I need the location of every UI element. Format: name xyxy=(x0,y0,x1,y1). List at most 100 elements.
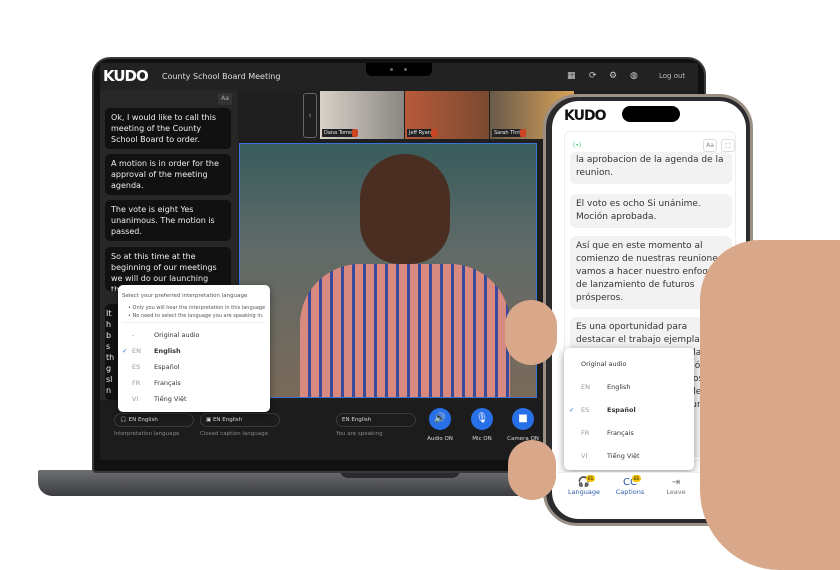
caption-item: la aprobacion de la agenda de la reunion… xyxy=(570,152,732,184)
meeting-title: County School Board Meeting xyxy=(162,72,281,81)
phone-language-dropdown: Original audio EN English ✓ ES Español F… xyxy=(564,348,694,470)
select-value: EN English xyxy=(342,417,372,423)
language-code: VI xyxy=(132,395,139,403)
language-option[interactable]: Original audio xyxy=(564,360,694,376)
nav-label: Captions xyxy=(615,488,645,496)
leave-icon: ⇥ xyxy=(671,477,681,488)
language-label: Tiếng Việt xyxy=(154,395,187,403)
nav-label: Language xyxy=(567,488,601,496)
language-label: English xyxy=(154,347,181,355)
nav-label: Leave xyxy=(666,488,686,496)
kudo-logo: KUDO xyxy=(103,67,149,85)
language-code: FR xyxy=(581,429,590,437)
mic-icon xyxy=(431,129,437,137)
caption-item: A motion is in order for the approval of… xyxy=(105,154,231,195)
language-option[interactable]: ✓ EN English xyxy=(118,347,270,361)
language-code: ES xyxy=(581,406,590,414)
speaker-icon: 🔊 xyxy=(433,413,447,424)
mic-icon xyxy=(520,129,526,137)
select-label: You are speaking xyxy=(336,431,383,437)
participant-tile[interactable]: Jeff Ryan xyxy=(405,91,489,139)
logout-link[interactable]: Log out xyxy=(659,72,685,80)
language-label: English xyxy=(607,383,631,391)
check-icon: ✓ xyxy=(122,347,128,355)
language-label: Español xyxy=(607,406,636,414)
camera-button[interactable]: ■ xyxy=(512,408,534,430)
nav-headphones[interactable]: 🎧 ES Language xyxy=(564,475,604,496)
captions-icon: CC ES xyxy=(623,475,641,488)
camera-notch xyxy=(366,63,432,76)
language-code: ES xyxy=(132,363,141,371)
mic-label: Mic ON xyxy=(472,436,492,442)
language-label: Français xyxy=(154,379,181,387)
laptop-base xyxy=(38,470,558,496)
fullscreen-icon[interactable]: ⛶ xyxy=(721,139,735,152)
language-option[interactable]: ✓ ES Español xyxy=(564,406,694,422)
top-bar: KUDO County School Board Meeting ▦ ⟳ ⚙ ◍… xyxy=(100,63,698,90)
mic-icon xyxy=(352,129,358,137)
layout-icon[interactable]: ▦ xyxy=(567,71,576,81)
thumb xyxy=(505,300,557,365)
nav-leave[interactable]: ⇥ Leave xyxy=(656,477,696,496)
camera-icon: ■ xyxy=(518,413,528,424)
interpretation-language-select[interactable]: 🎧 EN English xyxy=(114,413,194,427)
participant-name: Dana Torres xyxy=(322,129,356,137)
select-value: EN English xyxy=(128,417,158,423)
select-label: Closed caption language xyxy=(200,431,268,437)
select-label: Interpretation language xyxy=(114,431,180,437)
language-label: Français xyxy=(607,429,634,437)
language-option[interactable]: - Original audio xyxy=(118,331,270,345)
dynamic-island xyxy=(622,106,680,122)
nav-captions[interactable]: CC ES Captions xyxy=(610,475,650,496)
speaker-figure xyxy=(360,154,450,264)
caption-item: The vote is eight Yes unanimous. The mot… xyxy=(105,200,231,241)
language-code: VI xyxy=(581,452,588,460)
refresh-icon[interactable]: ⟳ xyxy=(589,71,597,81)
interpretation-language-dropdown: Select your preferred interpretation lan… xyxy=(118,285,270,412)
language-code: FR xyxy=(132,379,141,387)
dropdown-note: • No need to select the language you are… xyxy=(128,313,264,319)
language-option[interactable]: VI Tiếng Việt xyxy=(118,395,270,409)
active-speaker-video xyxy=(239,143,537,398)
language-label: Tiếng Việt xyxy=(607,452,640,460)
dropdown-note: • Only you will hear the interpretation … xyxy=(128,305,266,311)
caption-item: El voto es ocho Si unánime. Moción aprob… xyxy=(570,194,732,228)
speaking-language-select[interactable]: EN English xyxy=(336,413,416,427)
dropdown-heading: Select your preferred interpretation lan… xyxy=(122,293,248,299)
language-code: - xyxy=(132,331,135,339)
font-size-button[interactable]: Aa xyxy=(218,93,232,105)
font-size-button[interactable]: Aa xyxy=(703,139,717,152)
language-option[interactable]: EN English xyxy=(564,383,694,399)
mic-icon: 🎙 xyxy=(475,413,489,424)
live-icon: (•) xyxy=(573,142,582,149)
closed-caption-language-select[interactable]: ▣ EN English xyxy=(200,413,280,427)
mic-button[interactable]: 🎙 xyxy=(471,408,493,430)
prev-participants-button[interactable]: ‹ xyxy=(303,93,317,138)
speaker-shirt xyxy=(300,264,510,397)
check-icon: ✓ xyxy=(569,406,575,414)
globe-icon[interactable]: ◍ xyxy=(630,71,638,81)
language-badge: ES xyxy=(586,475,595,482)
caption-item: It h b s th g sl n xyxy=(106,309,115,395)
audio-button[interactable]: 🔊 xyxy=(429,408,451,430)
language-option[interactable]: FR Français xyxy=(564,429,694,445)
language-code: EN xyxy=(132,347,141,355)
headphones-icon: 🎧 ES xyxy=(577,475,595,488)
finger xyxy=(508,440,556,500)
language-label: Español xyxy=(154,363,180,371)
gear-icon[interactable]: ⚙ xyxy=(609,71,617,81)
kudo-logo: KUDO xyxy=(564,108,606,124)
participant-tile[interactable]: Dana Torres xyxy=(320,91,404,139)
language-label: Original audio xyxy=(154,331,200,339)
language-option[interactable]: FR Français xyxy=(118,379,270,393)
participant-name: Jeff Ryan xyxy=(407,129,433,137)
select-value: EN English xyxy=(212,417,243,423)
language-code: EN xyxy=(581,383,590,391)
caption-item: Ok, I would like to call this meeting of… xyxy=(105,108,231,149)
divider xyxy=(122,322,266,323)
language-label: Original audio xyxy=(581,360,627,368)
language-option[interactable]: ES Español xyxy=(118,363,270,377)
language-option[interactable]: VI Tiếng Việt xyxy=(564,452,694,468)
finger xyxy=(745,240,785,470)
language-badge: ES xyxy=(632,475,641,482)
